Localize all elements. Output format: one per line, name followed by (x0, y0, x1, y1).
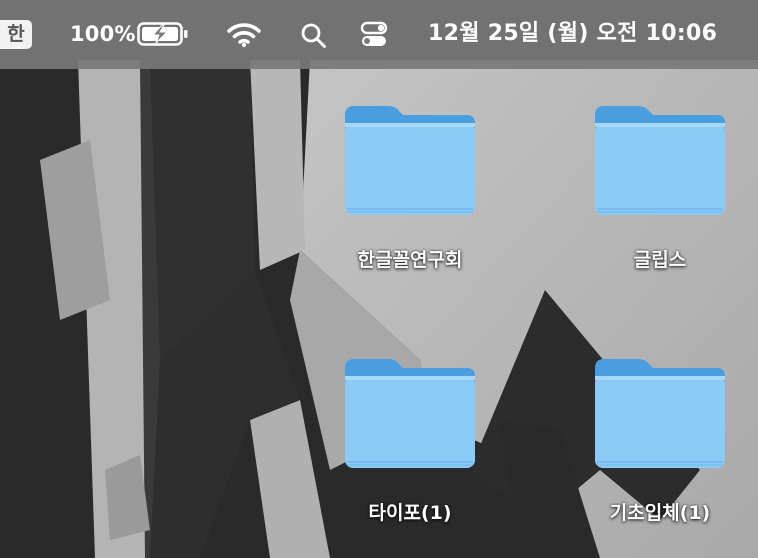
folder-label: 타이포(1) (368, 502, 452, 524)
folder-icon (595, 359, 725, 468)
folder-label: 한글꼴연구회 (357, 249, 463, 271)
desktop-folder[interactable]: 한글꼴연구회 (310, 105, 510, 275)
battery-percentage[interactable]: 100% (70, 18, 136, 50)
input-source-indicator[interactable]: 한 (0, 20, 32, 49)
desktop-folder[interactable]: 타이포(1) (310, 358, 510, 528)
desktop-folder[interactable]: 글립스 (560, 105, 758, 275)
folder-label: 기초입체(1) (609, 502, 711, 524)
folder-icon (595, 106, 725, 215)
control-center-icon[interactable] (360, 21, 390, 49)
battery-charging-icon[interactable] (137, 22, 189, 46)
menu-bar: 한 100% 12월 25일 (월) 오전 10:06 (0, 0, 758, 69)
folder-label: 글립스 (633, 249, 687, 271)
folder-icon (345, 106, 475, 215)
desktop-screen: 한 100% 12월 25일 (월) 오전 10:06 한글꼴연구회 글립스 타… (0, 0, 758, 558)
wifi-icon[interactable] (226, 22, 262, 48)
spotlight-search-icon[interactable] (300, 22, 328, 50)
menubar-clock[interactable]: 12월 25일 (월) 오전 10:06 (428, 18, 717, 50)
folder-icon (345, 359, 475, 468)
desktop-folder[interactable]: 기초입체(1) (560, 358, 758, 528)
